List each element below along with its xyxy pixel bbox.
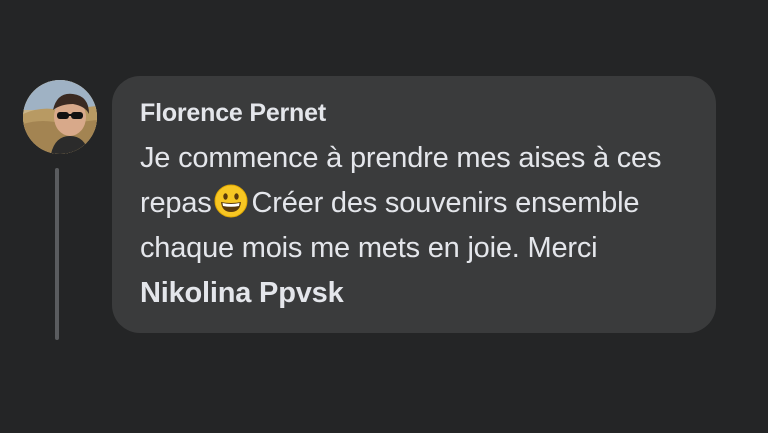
grinning-face-emoji-icon <box>214 184 248 218</box>
comment-author[interactable]: Florence Pernet <box>140 98 326 128</box>
thread-line <box>55 168 59 340</box>
avatar-photo <box>23 80 97 154</box>
comment-thread: Florence Pernet Je commence à prendre me… <box>0 0 768 433</box>
avatar[interactable] <box>23 80 97 154</box>
comment-text: Je commence à prendre mes aises à ces re… <box>140 136 690 316</box>
mention-link[interactable]: Nikolina Ppvsk <box>140 277 344 309</box>
comment-bubble: Florence Pernet Je commence à prendre me… <box>112 76 716 333</box>
